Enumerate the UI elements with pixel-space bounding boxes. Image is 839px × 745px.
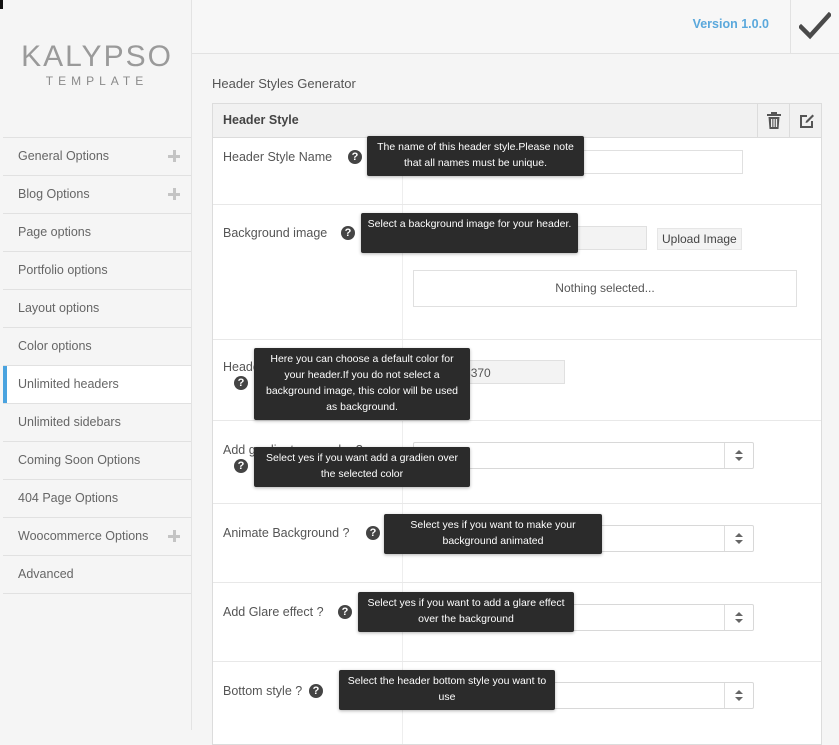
select-arrows-icon	[724, 605, 753, 630]
help-icon[interactable]: ?	[234, 459, 248, 473]
field-label: Animate Background ?	[223, 526, 350, 540]
tooltip-style-name: The name of this header style.Please not…	[367, 136, 584, 176]
upload-image-button[interactable]: Upload Image	[657, 228, 742, 250]
expand-plus-icon[interactable]	[168, 530, 180, 542]
logo-title: KALYPSO	[21, 40, 173, 73]
select-arrows-icon	[724, 683, 753, 708]
sidebar-item-woocommerce-options[interactable]: Woocommerce Options	[3, 517, 191, 555]
sidebar-menu: General Options Blog Options Page option…	[3, 137, 191, 594]
field-label: Bottom style ?	[223, 684, 303, 698]
sidebar-item-portfolio-options[interactable]: Portfolio options	[3, 251, 191, 289]
field-label: Add Glare effect ?	[223, 605, 324, 619]
panel-header: Header Style	[213, 104, 821, 138]
delete-button[interactable]	[757, 104, 789, 137]
sidebar-item-blog-options[interactable]: Blog Options	[3, 175, 191, 213]
sidebar-item-label: Blog Options	[18, 187, 90, 201]
tooltip-gradient: Select yes if you want add a gradien ove…	[254, 447, 470, 487]
sidebar-item-label: Layout options	[18, 301, 100, 315]
sidebar-item-label: Coming Soon Options	[18, 453, 141, 467]
sidebar-item-color-options[interactable]: Color options	[3, 327, 191, 365]
sidebar-item-label: Color options	[18, 339, 92, 353]
sidebar-item-404-page-options[interactable]: 404 Page Options	[3, 479, 191, 517]
sidebar-item-label: Unlimited sidebars	[18, 415, 121, 429]
help-icon[interactable]: ?	[341, 226, 355, 240]
version-label: Version 1.0.0	[692, 17, 769, 31]
help-icon[interactable]: ?	[366, 526, 380, 540]
sidebar-item-unlimited-headers[interactable]: Unlimited headers	[3, 365, 191, 403]
checkmark-icon	[799, 12, 831, 40]
expand-plus-icon[interactable]	[168, 150, 180, 162]
tooltip-bottom-style: Select the header bottom style you want …	[339, 670, 555, 710]
sidebar-item-coming-soon-options[interactable]: Coming Soon Options	[3, 441, 191, 479]
trash-icon	[767, 112, 781, 129]
help-icon[interactable]: ?	[348, 150, 362, 164]
edit-button[interactable]	[789, 104, 821, 137]
tooltip-animate: Select yes if you want to make your back…	[384, 514, 602, 554]
field-label: Background image	[223, 226, 328, 240]
expand-plus-icon[interactable]	[168, 188, 180, 200]
sidebar-item-label: Unlimited headers	[18, 377, 119, 391]
help-icon[interactable]: ?	[309, 684, 323, 698]
edit-icon	[800, 114, 814, 128]
header-style-panel: Header Style Header Style Name ? Header …	[212, 103, 822, 745]
sidebar-item-label: Advanced	[18, 567, 74, 581]
save-button[interactable]	[790, 0, 839, 53]
sidebar-item-label: General Options	[18, 149, 110, 163]
help-icon[interactable]: ?	[338, 605, 352, 619]
tooltip-glare: Select yes if you want to add a glare ef…	[358, 592, 574, 632]
sidebar-item-general-options[interactable]: General Options	[3, 137, 191, 175]
sidebar: KALYPSO TEMPLATE General Options Blog Op…	[3, 0, 192, 730]
sidebar-item-advanced[interactable]: Advanced	[3, 555, 191, 594]
select-arrows-icon	[724, 443, 753, 468]
sidebar-item-label: Woocommerce Options	[18, 529, 149, 543]
select-arrows-icon	[724, 526, 753, 551]
sidebar-item-page-options[interactable]: Page options	[3, 213, 191, 251]
page-title: Header Styles Generator	[212, 76, 356, 91]
tooltip-background-color: Here you can choose a default color for …	[254, 348, 470, 420]
logo: KALYPSO TEMPLATE	[3, 0, 191, 137]
sidebar-item-label: Portfolio options	[18, 263, 108, 277]
sidebar-item-unlimited-sidebars[interactable]: Unlimited sidebars	[3, 403, 191, 441]
field-label: Header Style Name	[223, 150, 333, 164]
logo-subtitle: TEMPLATE	[45, 74, 149, 88]
sidebar-item-layout-options[interactable]: Layout options	[3, 289, 191, 327]
topbar: Version 1.0.0	[192, 0, 839, 54]
help-icon[interactable]: ?	[234, 376, 248, 390]
tooltip-background-image: Select a background image for your heade…	[361, 213, 578, 253]
sidebar-item-label: 404 Page Options	[18, 491, 119, 505]
panel-title: Header Style	[223, 113, 299, 127]
selected-image-preview: Nothing selected...	[413, 270, 797, 307]
sidebar-item-label: Page options	[18, 225, 91, 239]
